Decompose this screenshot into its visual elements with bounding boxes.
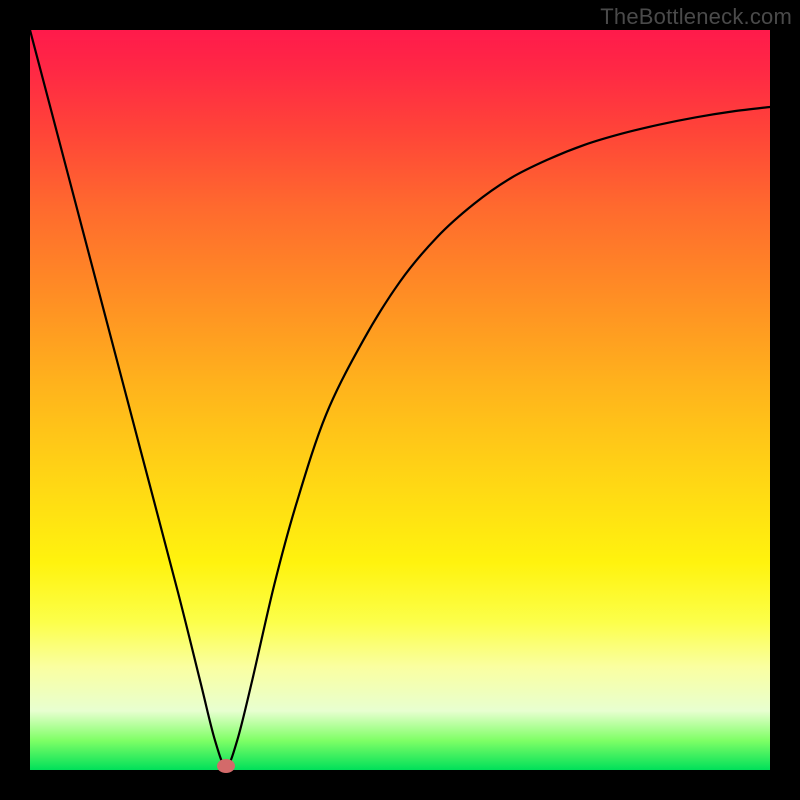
minimum-marker [217, 759, 235, 773]
plot-area [30, 30, 770, 770]
bottleneck-curve [30, 30, 770, 770]
curve-path [30, 30, 770, 766]
watermark-text: TheBottleneck.com [600, 4, 792, 30]
chart-frame: TheBottleneck.com [0, 0, 800, 800]
